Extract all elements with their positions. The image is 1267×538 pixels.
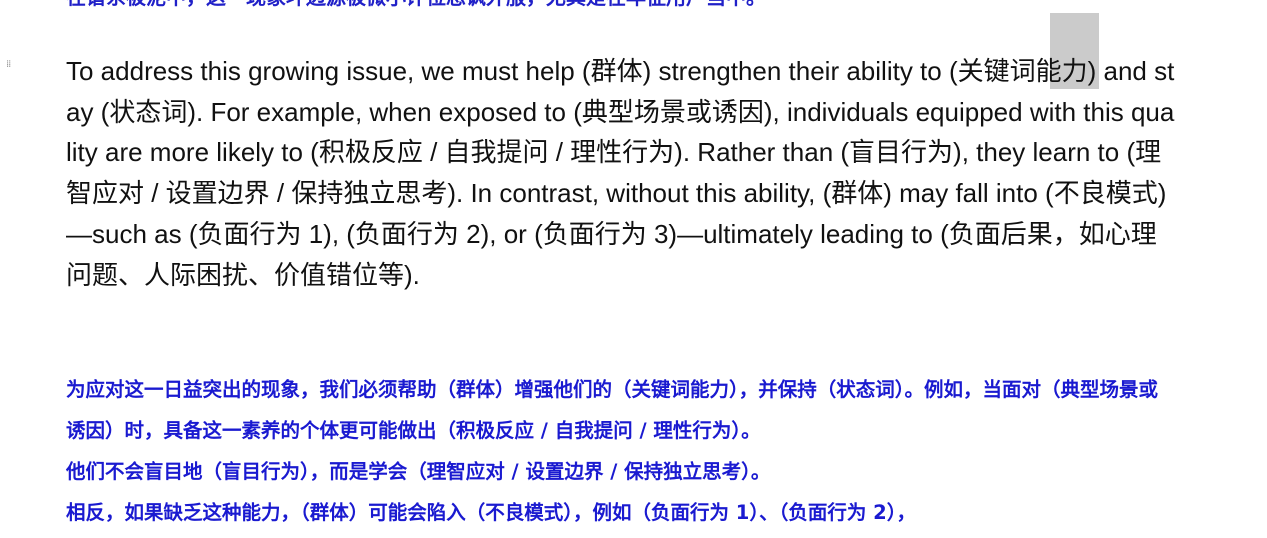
chinese-paragraph-3[interactable]: 相反，如果缺乏这种能力，（群体）可能会陷入（不良模式），例如（负面行为 1）、（… bbox=[66, 493, 1176, 534]
english-paragraph[interactable]: To address this growing issue, we must h… bbox=[66, 51, 1176, 295]
chinese-paragraph-2[interactable]: 他们不会盲目地（盲目行为），而是学会（理智应对 / 设置边界 / 保持独立思考）… bbox=[66, 452, 1176, 493]
document-page: 在谱系被泥中，这一现象坏边源被微小评位忽讽外服，尤其是在年征用户当中。 ⁞⁞ T… bbox=[0, 0, 1267, 538]
cut-off-chinese-line: 在谱系被泥中，这一现象坏边源被微小评位忽讽外服，尤其是在年征用户当中。 bbox=[66, 0, 1216, 8]
chinese-paragraph-1[interactable]: 为应对这一日益突出的现象，我们必须帮助（群体）增强他们的（关键词能力），并保持（… bbox=[66, 370, 1176, 451]
cut-off-chinese-text: 在谱系被泥中，这一现象坏边源被微小评位忽讽外服，尤其是在年征用户当中。 bbox=[66, 0, 766, 8]
drag-handle-icon[interactable]: ⁞⁞ bbox=[6, 60, 14, 74]
